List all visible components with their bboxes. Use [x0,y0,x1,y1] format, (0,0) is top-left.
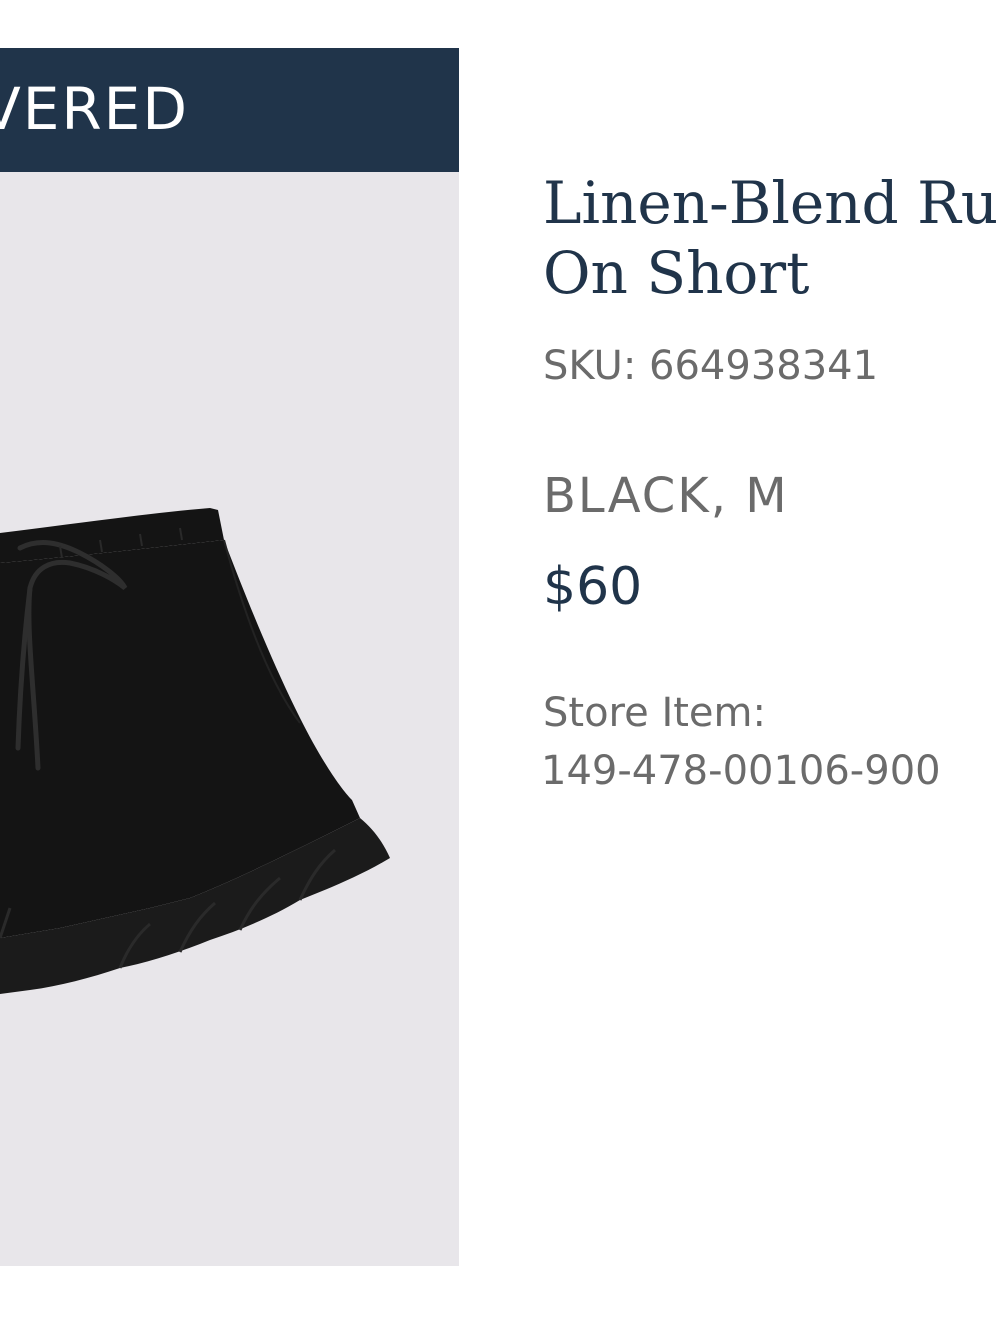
product-photo-card[interactable]: VERED [0,48,459,1266]
product-sku: SKU: 664938341 [543,343,879,389]
status-banner: VERED [0,48,459,172]
product-price: $60 [543,557,643,617]
store-item-label: Store Item: [543,690,766,736]
product-title: Linen-Blend Ruf On Short [543,168,1000,308]
product-title-line-2: On Short [543,239,810,307]
product-image [0,508,390,994]
store-item-value: 149-478-00106-900 [541,748,941,794]
banner-label: VERED [0,75,189,143]
product-title-line-1: Linen-Blend Ruf [543,169,1000,237]
product-variant: BLACK, M [543,468,789,524]
